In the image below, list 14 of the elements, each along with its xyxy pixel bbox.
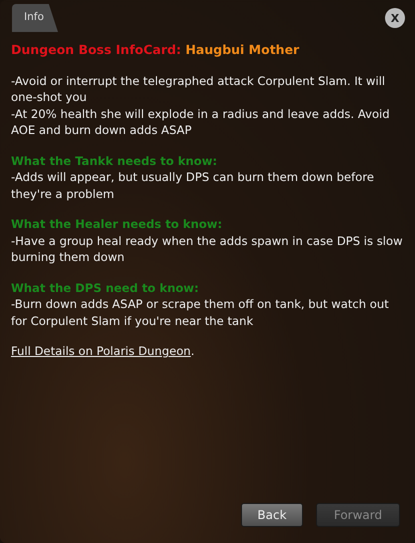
section-heading: What the DPS need to know: — [11, 280, 200, 296]
back-button[interactable]: Back — [241, 503, 303, 527]
details-link[interactable]: Full Details on Polaris Dungeon — [11, 343, 191, 360]
section-heading: What the Tankk needs to know: — [11, 152, 218, 169]
close-button[interactable]: X — [385, 8, 405, 28]
tip-text: -Avoid or interrupt the telegraphed attack Corpulent Slam. It will one-shot you — [11, 72, 386, 106]
card-title: Dungeon Boss InfoCard: Haugbui Mother — [11, 42, 300, 58]
tip-text: -Burn down adds ASAP or scrape them off on tank, but watch out for Corpulent Slam if you're near the tank — [11, 296, 390, 329]
section-heading: What the Healer needs to know: — [11, 216, 224, 232]
period-text: . — [190, 343, 194, 360]
tip-text: -Adds will appear, but usually DPS can burn them down before they're a problem — [11, 169, 375, 202]
info-tab[interactable]: Info — [12, 4, 58, 32]
tip-text: -Have a group heal ready when the adds spawn in case DPS is slow burning them down — [11, 232, 404, 266]
tip-text: -At 20% health she will explode in a radius and leave adds. Avoid AOE and burn down adds ASAP — [11, 106, 391, 138]
